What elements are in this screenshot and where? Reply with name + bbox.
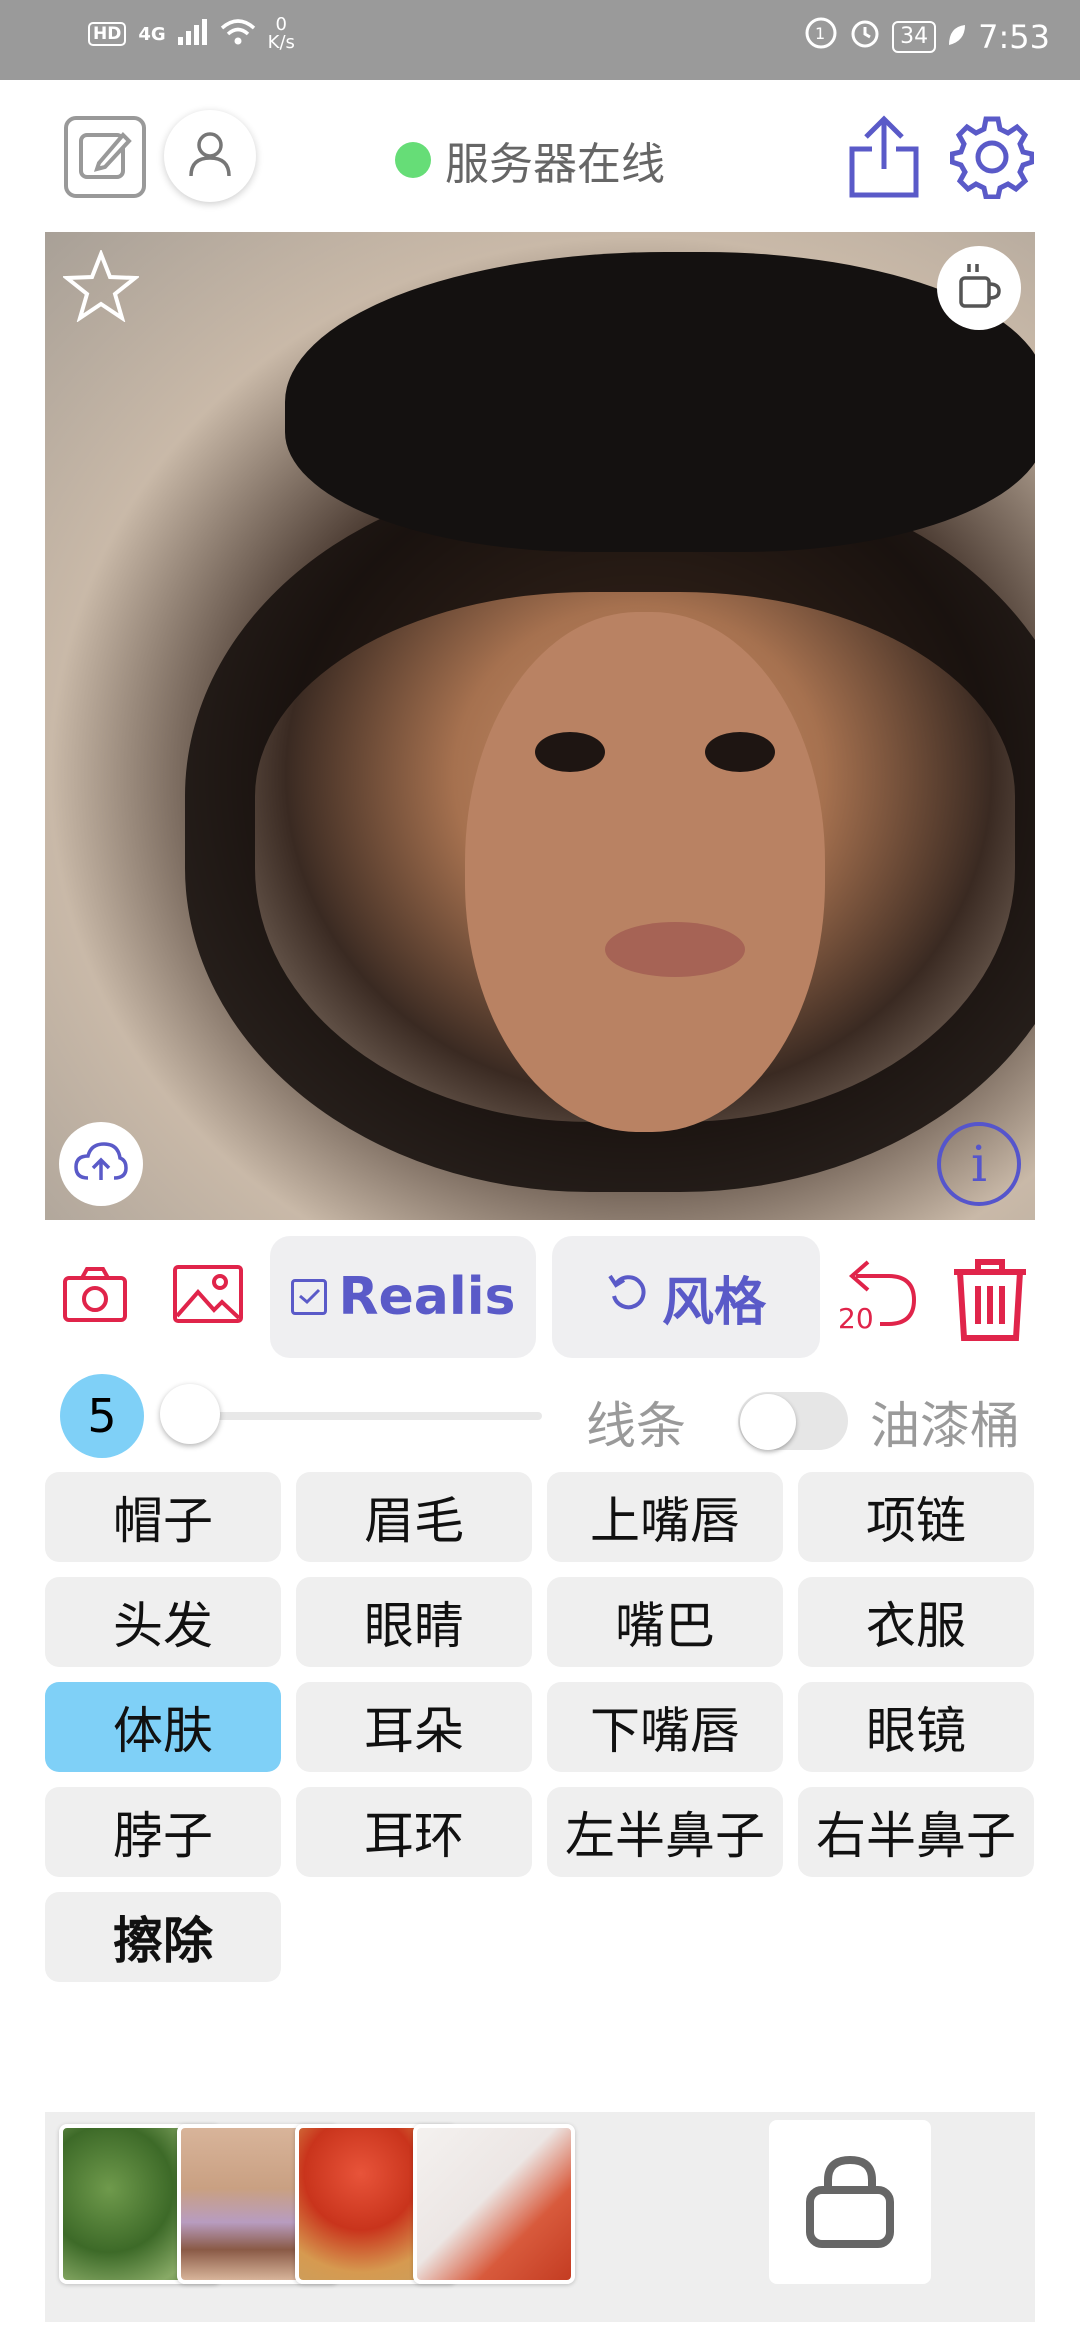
part-lower-lip[interactable]: 下嘴唇 <box>547 1682 783 1772</box>
clock-time: 7:53 <box>978 18 1050 56</box>
part-mouth[interactable]: 嘴巴 <box>547 1577 783 1667</box>
line-mode-label: 线条 <box>586 1397 686 1455</box>
refresh-icon <box>606 1267 650 1327</box>
battery-indicator: 34 <box>892 21 937 53</box>
top-bar: 服务器在线 <box>0 80 1080 230</box>
part-left-nose[interactable]: 左半鼻子 <box>547 1787 783 1877</box>
camera-icon <box>62 1267 128 1328</box>
data-saver-icon: 1 <box>804 16 838 58</box>
part-necklace[interactable]: 项链 <box>798 1472 1034 1562</box>
style-label: 风格 <box>661 1272 766 1333</box>
upload-button[interactable] <box>59 1122 143 1206</box>
star-icon <box>61 248 141 326</box>
model-button[interactable]: Realis <box>270 1236 536 1358</box>
brush-size-thumb[interactable] <box>160 1384 220 1444</box>
left-eye-shape <box>535 732 605 772</box>
network-type: 4G <box>138 23 166 45</box>
style-button[interactable]: 风格 <box>552 1236 820 1358</box>
wifi-icon <box>220 18 256 51</box>
info-button[interactable]: i <box>937 1122 1021 1206</box>
bucket-mode-label: 油漆桶 <box>870 1397 1020 1455</box>
part-earring[interactable]: 耳环 <box>296 1787 532 1877</box>
lips-shape <box>605 922 745 977</box>
server-status-label: 服务器在线 <box>445 139 665 190</box>
tool-row: Realis 风格 20 <box>0 1236 1080 1360</box>
online-dot <box>395 142 431 178</box>
alarm-icon <box>848 16 882 58</box>
part-hair[interactable]: 头发 <box>45 1577 281 1667</box>
network-badge: HD <box>88 22 127 46</box>
part-eyebrow[interactable]: 眉毛 <box>296 1472 532 1562</box>
bag-icon <box>804 2152 896 2252</box>
edit-button[interactable] <box>64 116 146 198</box>
part-right-nose[interactable]: 右半鼻子 <box>798 1787 1034 1877</box>
brush-controls: 5 线条 油漆桶 <box>0 1370 1080 1460</box>
style-tray <box>45 2112 1035 2322</box>
part-neck[interactable]: 脖子 <box>45 1787 281 1877</box>
upload-icon <box>74 1140 128 1188</box>
server-status: 服务器在线 <box>395 128 665 192</box>
cup-icon <box>953 260 1005 316</box>
svg-text:1: 1 <box>815 24 825 43</box>
net-speed: 0 K/s <box>267 14 295 53</box>
part-eyes[interactable]: 眼睛 <box>296 1577 532 1667</box>
image-icon <box>172 1265 244 1328</box>
part-clothes[interactable]: 衣服 <box>798 1577 1034 1667</box>
photo-canvas[interactable]: i <box>45 232 1035 1220</box>
camera-button[interactable] <box>62 1264 128 1328</box>
part-upper-lip[interactable]: 上嘴唇 <box>547 1472 783 1562</box>
brush-size-badge: 5 <box>60 1374 144 1458</box>
account-button[interactable] <box>164 110 256 202</box>
signal-icon <box>177 18 208 50</box>
leaf-icon <box>946 18 968 56</box>
status-bar: HD 4G 0 K/s 1 34 7:53 <box>0 0 1080 80</box>
hat-shape <box>285 252 1035 552</box>
delete-button[interactable] <box>950 1258 1030 1346</box>
settings-button[interactable] <box>949 115 1035 203</box>
user-icon <box>184 128 236 184</box>
bucket-toggle[interactable] <box>738 1392 848 1450</box>
brush-size-track[interactable] <box>190 1412 542 1420</box>
favorite-button[interactable] <box>61 248 141 326</box>
style-thumb[interactable] <box>413 2124 575 2284</box>
model-label: Realis <box>338 1267 516 1327</box>
right-eye-shape <box>705 732 775 772</box>
part-hat[interactable]: 帽子 <box>45 1472 281 1562</box>
part-ear[interactable]: 耳朵 <box>296 1682 532 1772</box>
undo-count: 20 <box>838 1302 874 1335</box>
coffee-button[interactable] <box>937 246 1021 330</box>
gallery-button[interactable] <box>172 1264 244 1328</box>
erase-button[interactable]: 擦除 <box>45 1892 281 1982</box>
gear-icon <box>949 116 1035 203</box>
part-glasses[interactable]: 眼镜 <box>798 1682 1034 1772</box>
share-icon <box>846 115 922 203</box>
edit-icon <box>77 127 133 187</box>
part-grid: 帽子 眉毛 上嘴唇 项链 头发 眼睛 嘴巴 衣服 体肤 耳朵 下嘴唇 眼镜 脖子… <box>45 1472 1035 1982</box>
part-skin[interactable]: 体肤 <box>45 1682 281 1772</box>
face-shape <box>465 612 825 1132</box>
style-shop-button[interactable] <box>769 2120 931 2284</box>
share-button[interactable] <box>846 115 922 203</box>
trash-icon <box>950 1259 1030 1346</box>
toggle-knob <box>740 1394 796 1450</box>
info-icon: i <box>971 1135 987 1193</box>
checkbox-icon <box>290 1279 327 1315</box>
